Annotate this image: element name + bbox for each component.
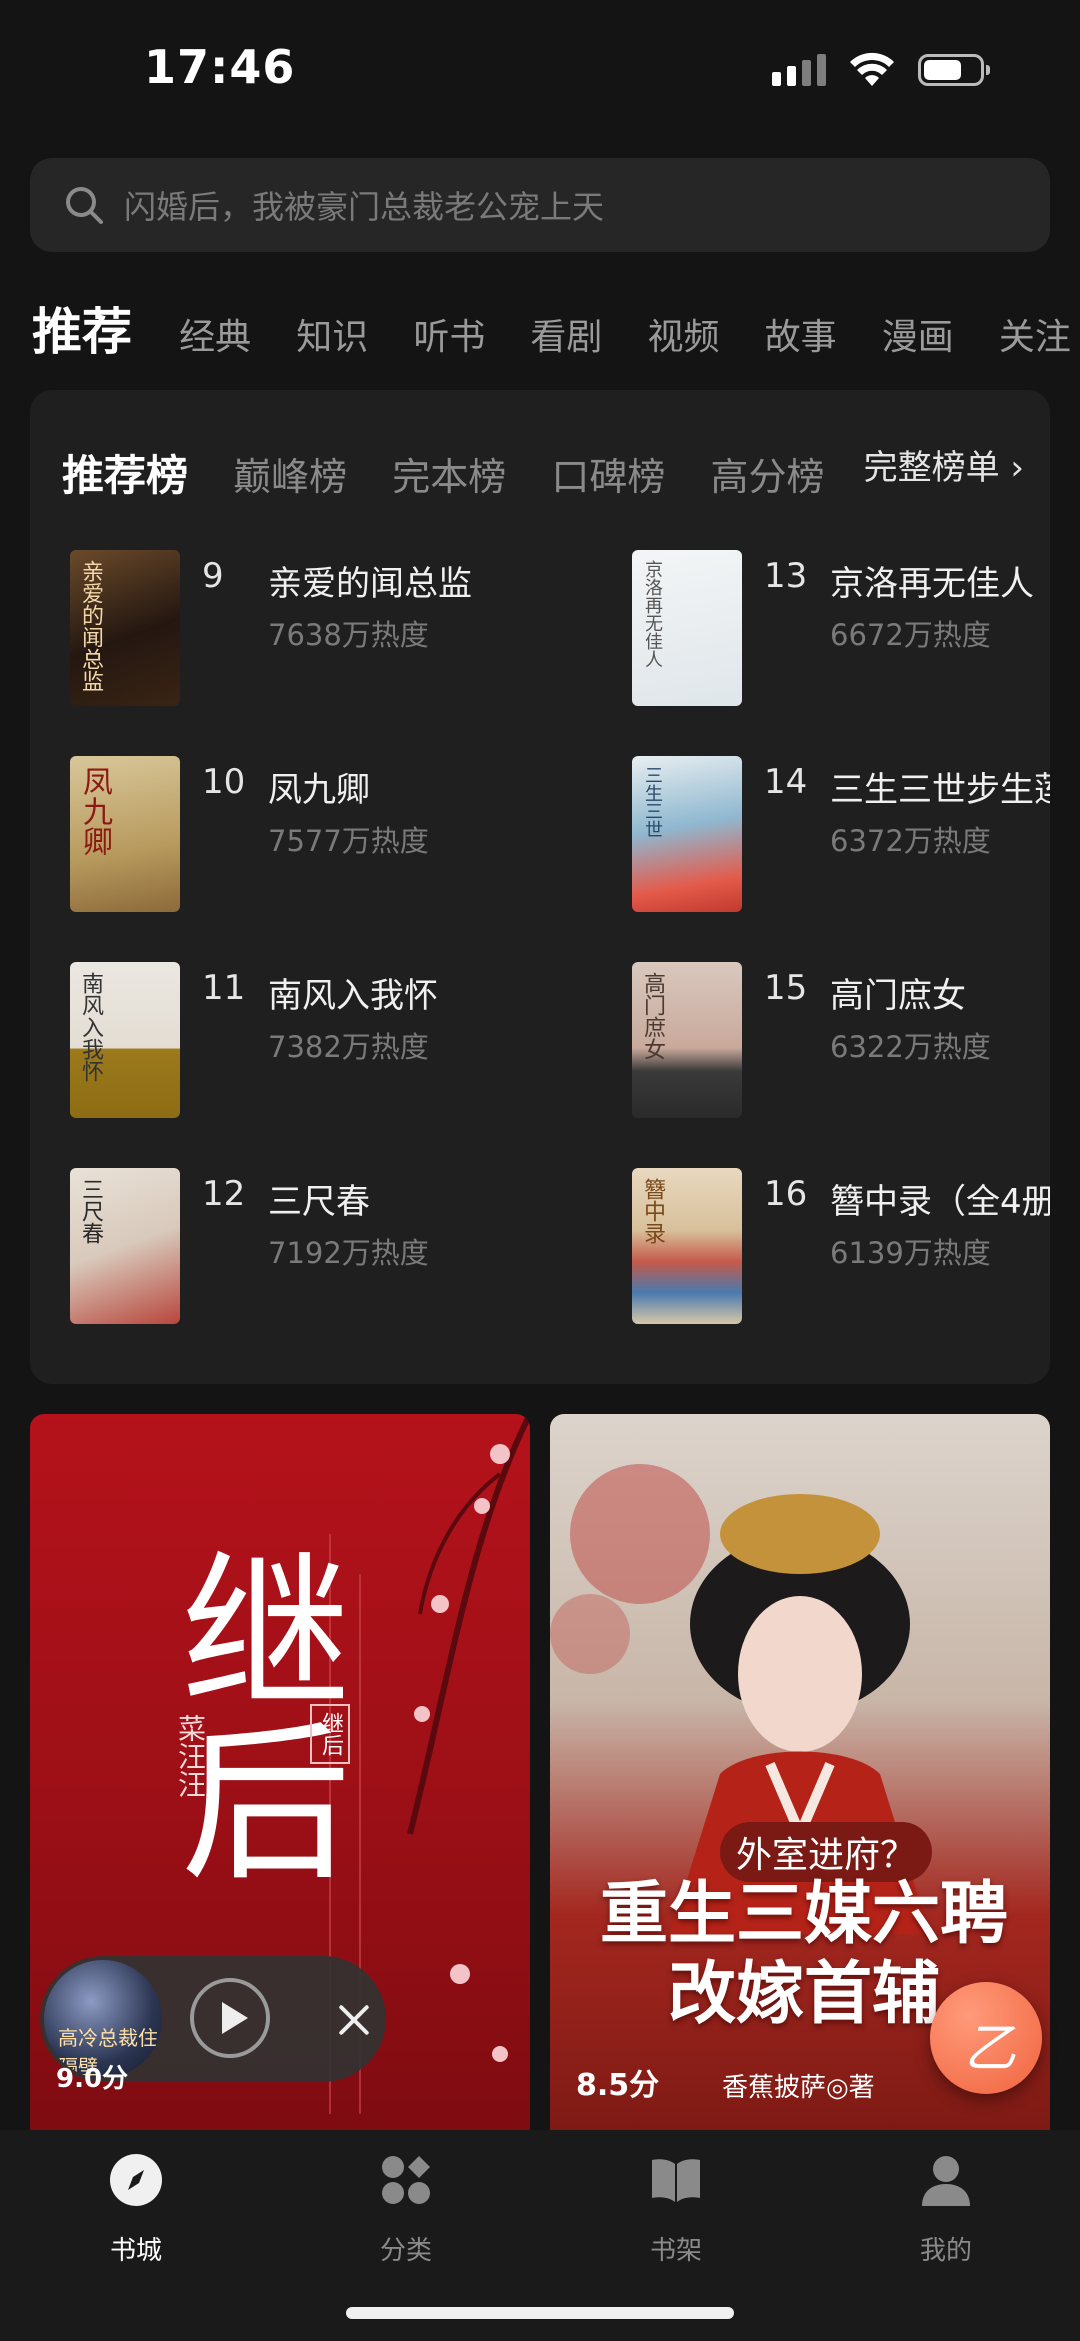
nav-label: 分类	[379, 2236, 432, 2266]
status-bar: 17:46	[0, 0, 1080, 140]
book-cover: 南风入我怀	[70, 962, 180, 1118]
grid-icon	[378, 2152, 434, 2208]
nav-label: 我的	[919, 2236, 972, 2266]
book-rank: 15	[764, 968, 808, 1008]
book-cover: 京洛再无佳人	[632, 550, 742, 706]
book-cover: 簪中录	[632, 1168, 742, 1324]
book-rank: 16	[764, 1174, 808, 1214]
book-cover: 高门庶女	[632, 962, 742, 1118]
compass-icon	[108, 2152, 164, 2208]
tab-recommend[interactable]: 推荐	[32, 292, 132, 362]
book-item[interactable]: 京洛再无佳人 13 京洛再无佳人 6672万热度	[632, 550, 1050, 706]
play-icon[interactable]	[190, 1978, 270, 2058]
tab-video[interactable]: 视频	[648, 308, 720, 360]
book-title: 南风入我怀	[268, 976, 438, 1016]
nav-bookshelf[interactable]: 书架	[576, 2152, 776, 2267]
search-placeholder: 闪婚后，我被豪门总裁老公宠上天	[124, 188, 605, 226]
search-icon	[66, 187, 103, 224]
book-heat: 6672万热度	[830, 618, 991, 652]
rank-tab-recommend[interactable]: 推荐榜	[62, 442, 188, 502]
wifi-icon	[850, 52, 894, 86]
book-item[interactable]: 三尺春 12 三尺春 7192万热度	[70, 1168, 490, 1324]
book-cover: 凤九卿	[70, 756, 180, 912]
nav-bookstore[interactable]: 书城	[36, 2152, 236, 2267]
search-bar[interactable]: 闪婚后，我被豪门总裁老公宠上天	[30, 158, 1050, 252]
full-list-link[interactable]: 完整榜单 ›	[823, 430, 1050, 510]
book-item[interactable]: 凤九卿 10 凤九卿 7577万热度	[70, 756, 490, 912]
tab-classic[interactable]: 经典	[179, 308, 251, 360]
book-title: 三尺春	[268, 1182, 370, 1222]
floating-audio-player[interactable]: 高冷总裁住隔壁 9.0分	[40, 1956, 386, 2094]
fab-glyph: 乙	[964, 2019, 1017, 2079]
book-rank: 13	[764, 556, 808, 596]
book-heat: 6139万热度	[830, 1236, 991, 1270]
book-icon	[648, 2152, 704, 2208]
battery-icon	[918, 54, 990, 86]
book-heat: 7638万热度	[268, 618, 429, 652]
rank-tab-high-score[interactable]: 高分榜	[710, 446, 824, 501]
book-title: 三生三世步生莲	[830, 770, 1050, 810]
tab-comic[interactable]: 漫画	[882, 308, 954, 360]
cover-subtitle: 外室进府？	[720, 1822, 933, 1882]
tab-follow[interactable]: 关注	[999, 308, 1071, 360]
book-rank: 12	[202, 1174, 246, 1214]
book-item[interactable]: 亲爱的闻总监 9 亲爱的闻总监 7638万热度	[70, 550, 490, 706]
book-rank: 11	[202, 968, 246, 1008]
cover-author: 菜汪汪	[174, 1714, 207, 1798]
floating-action-button[interactable]: 乙	[930, 1982, 1042, 2094]
tab-knowledge[interactable]: 知识	[296, 308, 368, 360]
book-item[interactable]: 三生三世 14 三生三世步生莲 6372万热度	[632, 756, 1050, 912]
book-score: 9.0分	[56, 2064, 129, 2094]
nav-profile[interactable]: 我的	[846, 2152, 1046, 2267]
tab-story[interactable]: 故事	[765, 308, 837, 360]
book-score: 8.5分	[576, 2068, 660, 2103]
book-rank: 9	[202, 556, 224, 596]
book-heat: 6322万热度	[830, 1030, 991, 1064]
book-heat: 7382万热度	[268, 1030, 429, 1064]
book-rank: 14	[764, 762, 808, 802]
rank-tab-reputation[interactable]: 口碑榜	[551, 446, 665, 501]
book-item[interactable]: 簪中录 16 簪中录（全4册） 6139万热度	[632, 1168, 1050, 1324]
book-title: 高门庶女	[830, 976, 966, 1016]
category-tabs: 推荐 经典 知识 听书 看剧 视频 故事 漫画 关注	[32, 292, 1080, 362]
tab-drama[interactable]: 看剧	[530, 308, 602, 360]
book-item[interactable]: 南风入我怀 11 南风入我怀 7382万热度	[70, 962, 490, 1118]
nav-label: 书城	[109, 2236, 162, 2266]
book-heat: 6372万热度	[830, 824, 991, 858]
home-indicator[interactable]	[346, 2307, 734, 2319]
book-title: 簪中录（全4册）	[830, 1182, 1050, 1222]
nav-category[interactable]: 分类	[306, 2152, 506, 2267]
ranking-card: 推荐榜 巅峰榜 完本榜 口碑榜 高分榜 完整榜单 › 亲爱的闻总监 9 亲爱的闻…	[30, 390, 1050, 1384]
status-icons	[772, 52, 990, 88]
book-author: 香蕉披萨◎著	[722, 2073, 875, 2103]
book-cover: 三尺春	[70, 1168, 180, 1324]
nav-label: 书架	[649, 2236, 702, 2266]
cover-tag: 继后	[310, 1704, 350, 1764]
book-cover: 亲爱的闻总监	[70, 550, 180, 706]
book-heat: 7192万热度	[268, 1236, 429, 1270]
book-cover: 三生三世	[632, 756, 742, 912]
book-item[interactable]: 高门庶女 15 高门庶女 6322万热度	[632, 962, 1050, 1118]
book-title: 亲爱的闻总监	[268, 564, 472, 604]
status-time: 17:46	[144, 40, 296, 94]
user-icon	[918, 2152, 974, 2208]
book-title: 京洛再无佳人	[830, 564, 1034, 604]
book-rank: 10	[202, 762, 246, 802]
book-heat: 7577万热度	[268, 824, 429, 858]
rank-tab-peak[interactable]: 巅峰榜	[233, 446, 347, 501]
close-icon[interactable]	[344, 1990, 404, 2050]
tab-audiobook[interactable]: 听书	[413, 308, 485, 360]
book-title: 凤九卿	[268, 770, 370, 810]
signal-icon	[772, 54, 826, 86]
rank-tab-completed[interactable]: 完本榜	[392, 446, 506, 501]
